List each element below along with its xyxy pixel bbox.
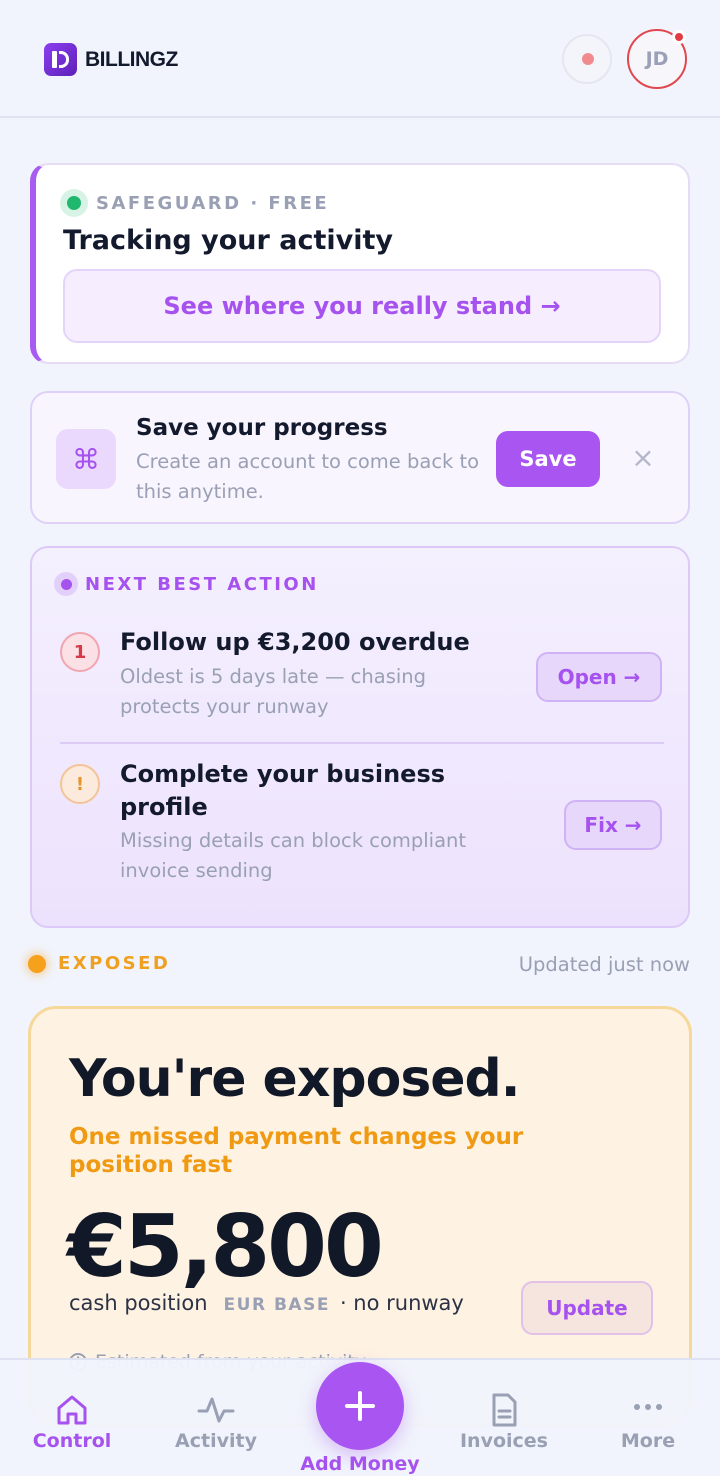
action-dot-icon (54, 572, 78, 596)
nav-item-invoices[interactable]: Invoices (444, 1360, 564, 1476)
safeguard-title: Tracking your activity (63, 225, 393, 256)
divider (60, 742, 664, 744)
action-description: Oldest is 5 days late — chasing protects… (120, 665, 427, 718)
fix-profile-button[interactable]: Fix → (564, 800, 662, 850)
nav-label: Control (32, 1430, 112, 1452)
save-progress-description: Create an account to come back to this a… (136, 450, 480, 503)
warning-badge: ! (60, 764, 100, 804)
home-icon (57, 1395, 87, 1425)
position-subtitle: One missed payment changes your position… (69, 1124, 524, 1178)
position-title: You're exposed. (69, 1049, 521, 1109)
logo[interactable]: BILLINGZ (44, 43, 178, 76)
next-best-action-card: NEXT BEST ACTION 1 Follow up €3,200 over… (30, 546, 690, 928)
more-icon (634, 1404, 662, 1410)
avatar[interactable]: JD (627, 29, 687, 89)
currency-label: EUR BASE (223, 1295, 330, 1315)
app-header: BILLINGZ JD (0, 0, 720, 118)
cash-amount: €5,800 (67, 1197, 384, 1297)
safeguard-card: SAFEGUARD · FREE Tracking your activity … (30, 163, 690, 364)
add-money-button[interactable] (316, 1362, 404, 1450)
nav-item-control[interactable]: Control (12, 1360, 132, 1476)
command-icon: ⌘ (56, 429, 116, 489)
next-best-action-label: NEXT BEST ACTION (85, 573, 319, 595)
position-status: EXPOSED (28, 953, 170, 974)
position-status-label: EXPOSED (58, 953, 171, 974)
nav-item-activity[interactable]: Activity (156, 1360, 276, 1476)
status-dot-icon (60, 189, 88, 217)
avatar-badge-icon (672, 30, 686, 44)
runway-text: · no runway (339, 1291, 464, 1315)
save-progress-title: Save your progress (136, 415, 388, 441)
update-button[interactable]: Update (521, 1281, 653, 1335)
close-icon[interactable]: × (630, 441, 656, 477)
document-icon (492, 1393, 517, 1427)
notification-dot-icon (582, 53, 594, 65)
safeguard-status: SAFEGUARD · FREE (60, 189, 329, 217)
exposed-dot-icon (28, 954, 46, 973)
action-title: Follow up €3,200 overdue (120, 628, 470, 656)
see-where-you-stand-button[interactable]: See where you really stand → (63, 269, 661, 343)
priority-badge: 1 (60, 632, 100, 672)
open-overdue-button[interactable]: Open → (536, 652, 662, 702)
nav-label: More (620, 1430, 676, 1452)
logo-text: BILLINGZ (85, 47, 178, 71)
nav-item-more[interactable]: More (588, 1360, 708, 1476)
plus-icon (345, 1391, 375, 1421)
nav-label: Activity (175, 1430, 257, 1452)
save-button[interactable]: Save (496, 431, 600, 487)
add-money-label: Add Money (300, 1453, 420, 1475)
logo-mark-icon (44, 43, 77, 76)
action-description: Missing details can block compliant invo… (120, 829, 467, 882)
action-title: Complete your business profile (120, 760, 446, 821)
save-progress-card: ⌘ Save your progress Create an account t… (30, 391, 690, 524)
pulse-icon (197, 1397, 235, 1423)
updated-timestamp: Updated just now (518, 953, 690, 976)
avatar-initials: JD (645, 48, 669, 70)
safeguard-status-label: SAFEGUARD · FREE (96, 192, 330, 214)
nav-label: Invoices (459, 1430, 548, 1452)
next-best-action-header: NEXT BEST ACTION (54, 572, 319, 596)
position-meta: cash position EUR BASE · no runway (69, 1291, 464, 1315)
position-label: cash position (69, 1291, 208, 1315)
notification-button[interactable] (562, 34, 612, 84)
